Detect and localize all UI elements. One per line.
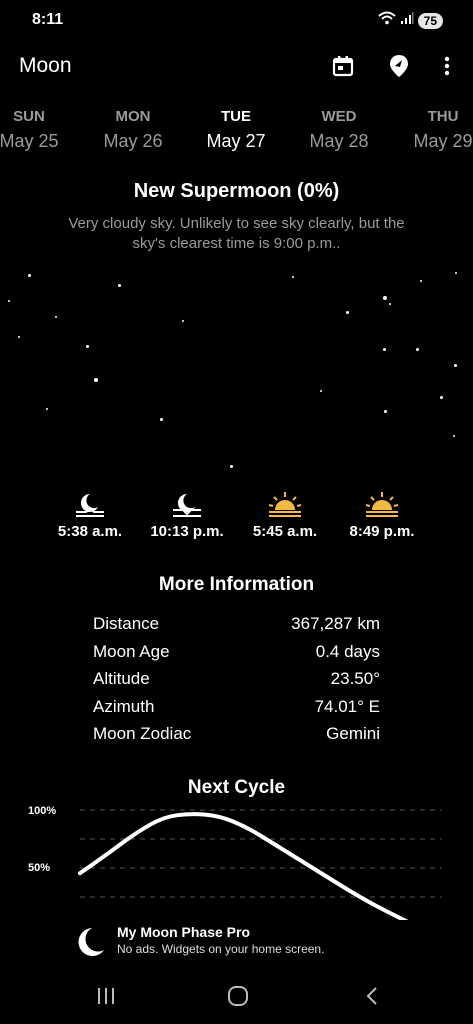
moonrise-event: 5:38 a.m. [40,490,140,540]
moonrise-icon [40,490,140,518]
back-icon[interactable] [354,982,390,1010]
rise-set-events: 5:38 a.m. 10:13 p.m. 5:45 a.m. 8:49 p.m. [0,490,473,550]
more-info-title: More Information [158,574,315,595]
star [416,348,419,351]
star [383,348,386,351]
day-of-week: THU [427,108,459,125]
star [46,408,48,410]
day-of-week: TUE [221,108,251,125]
star [383,296,387,300]
moonset-icon [137,490,237,518]
day-tab-tue[interactable]: TUE May 27 [191,108,281,152]
app-title: Moon [19,54,72,77]
info-row-moon-age: Moon Age 0.4 days [93,640,380,668]
day-date: May 29 [413,131,473,151]
info-value: Gemini [326,724,380,743]
star [118,284,121,287]
star [28,274,31,277]
day-date: May 25 [0,131,59,151]
star [420,280,422,282]
star [440,396,443,399]
moonset-time: 10:13 p.m. [150,523,224,540]
info-row-azimuth: Azimuth 74.01° E [93,695,380,723]
sunset-time: 8:49 p.m. [349,523,415,540]
day-date: May 27 [206,131,266,151]
y-tick-label: 100% [28,805,56,817]
sunrise-time: 5:45 a.m. [252,523,318,540]
day-tab-sun[interactable]: SUN May 25 [0,108,74,152]
sunrise-icon [235,490,335,518]
day-tab-thu[interactable]: THU May 29 [398,108,473,152]
recents-icon[interactable] [88,982,124,1010]
sunset-event: 8:49 p.m. [332,490,432,540]
star [8,300,10,302]
info-value: 23.50° [330,669,380,688]
pro-promo-banner[interactable]: My Moon Phase Pro No ads. Widgets on you… [0,920,473,966]
status-icons: 75 [377,11,443,30]
star [94,378,98,382]
info-value: 367,287 km [291,614,380,633]
day-tab-wed[interactable]: WED May 28 [294,108,384,152]
app-bar: Moon [0,44,473,88]
star [292,276,294,278]
star [455,272,457,274]
star [55,316,57,318]
day-selector: SUN May 25 MON May 26 TUE May 27 WED May… [0,108,473,158]
promo-title: My Moon Phase Pro [117,924,251,940]
more-vert-icon[interactable] [433,52,461,80]
status-time: 8:11 [32,11,64,28]
next-cycle-chart-svg: 100% 50% [28,805,442,927]
star [453,435,455,437]
calendar-icon[interactable] [329,52,357,80]
star [18,336,20,338]
status-bar: 8:11 75 [0,0,473,40]
wifi-icon [377,11,396,30]
next-cycle-title: Next Cycle [187,777,286,798]
battery-icon: 75 [417,12,443,29]
moonrise-time: 5:38 a.m. [57,523,123,540]
next-cycle-chart: 100% 50% [0,800,473,927]
star [160,418,163,421]
day-of-week: SUN [13,108,45,125]
promo-subtitle: No ads. Widgets on your home screen. [117,942,325,956]
star [86,345,89,348]
cycle-line [78,812,416,927]
info-value: 74.01° E [314,696,380,716]
info-value: 0.4 days [315,641,380,661]
star [384,410,387,413]
info-row-distance: Distance 367,287 km [93,612,380,640]
info-table: Distance 367,287 km Moon Age 0.4 days Al… [93,612,380,750]
info-label: Azimuth [93,696,155,716]
system-nav-bar [0,966,473,1024]
sunrise-event: 5:45 a.m. [235,490,335,540]
info-row-altitude: Altitude 23.50° [93,667,380,695]
day-date: May 28 [309,131,369,151]
signal-icon [400,11,414,30]
info-label: Distance [93,614,160,633]
star [320,390,322,392]
star [182,320,184,322]
moon-icon [78,926,106,963]
sunset-icon [332,490,432,518]
info-row-moon-zodiac: Moon Zodiac Gemini [93,722,380,750]
phase-title: New Supermoon (0%) [133,180,340,202]
moonset-event: 10:13 p.m. [137,490,237,540]
day-of-week: MON [115,108,151,125]
y-tick-label: 50% [28,862,50,874]
day-date: May 26 [103,131,163,151]
info-label: Moon Age [93,641,170,661]
day-tab-mon[interactable]: MON May 26 [88,108,178,152]
day-of-week: WED [321,108,357,125]
star [346,311,349,314]
phase-description: Very cloudy sky. Unlikely to see sky cle… [68,215,405,252]
info-label: Moon Zodiac [93,724,192,743]
home-icon[interactable] [220,982,256,1010]
star [389,303,391,305]
info-label: Altitude [93,669,150,688]
star [230,465,233,468]
star [454,364,457,367]
location-pin-icon[interactable] [385,52,413,80]
night-sky [0,250,473,480]
